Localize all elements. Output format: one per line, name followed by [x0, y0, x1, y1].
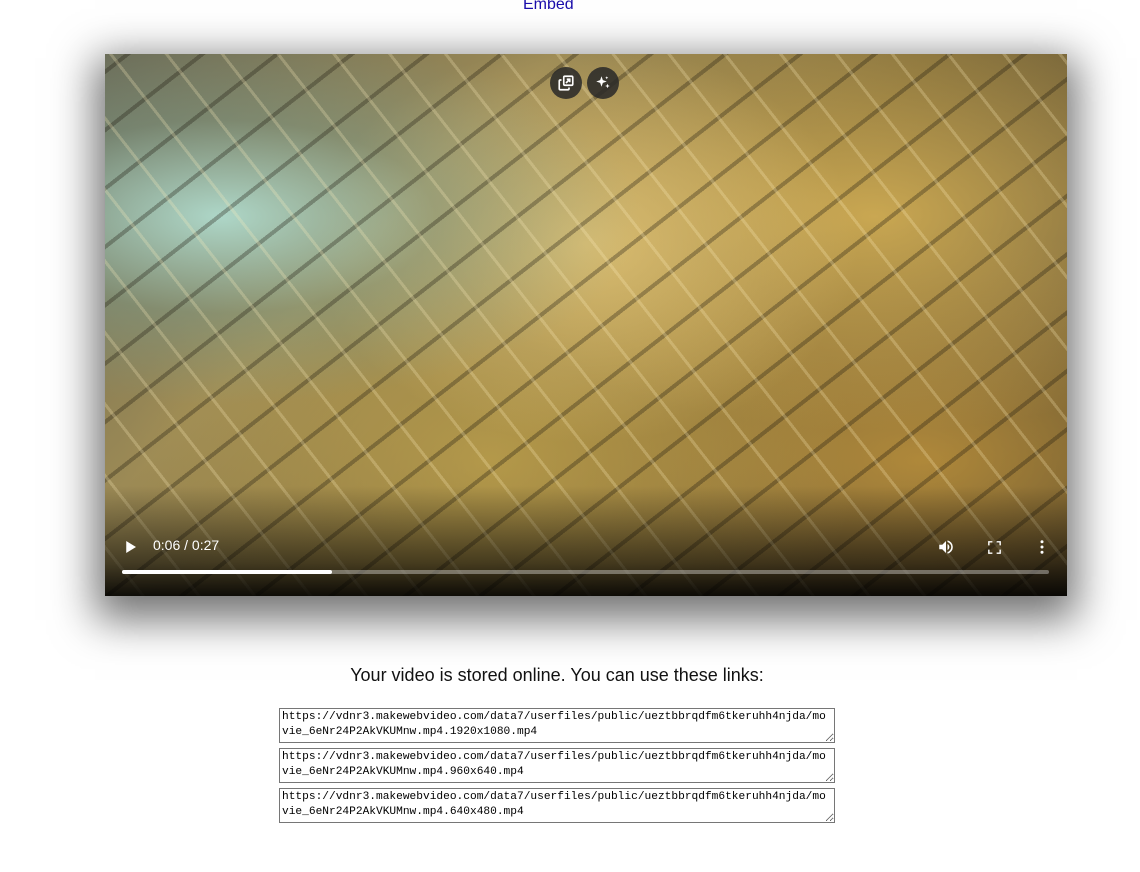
picture-in-picture-icon[interactable]: [550, 67, 582, 99]
more-options-icon[interactable]: [1031, 536, 1053, 558]
link-field-1920x1080[interactable]: https://vdnr3.makewebvideo.com/data7/use…: [279, 708, 835, 743]
sparkle-icon[interactable]: [587, 67, 619, 99]
embed-link[interactable]: Embed: [523, 0, 574, 14]
progress-fill: [122, 570, 333, 574]
link-field-640x480[interactable]: https://vdnr3.makewebvideo.com/data7/use…: [279, 788, 835, 823]
link-field-960x640[interactable]: https://vdnr3.makewebvideo.com/data7/use…: [279, 748, 835, 783]
volume-icon[interactable]: [935, 536, 957, 558]
controls-bar: [105, 486, 1067, 596]
fullscreen-icon[interactable]: [983, 536, 1005, 558]
progress-bar[interactable]: [122, 570, 1049, 574]
video-player[interactable]: 0:06 / 0:27: [105, 54, 1067, 596]
storage-info-text: Your video is stored online. You can use…: [350, 665, 764, 685]
time-display: 0:06 / 0:27: [153, 537, 220, 553]
play-icon[interactable]: [120, 537, 140, 557]
